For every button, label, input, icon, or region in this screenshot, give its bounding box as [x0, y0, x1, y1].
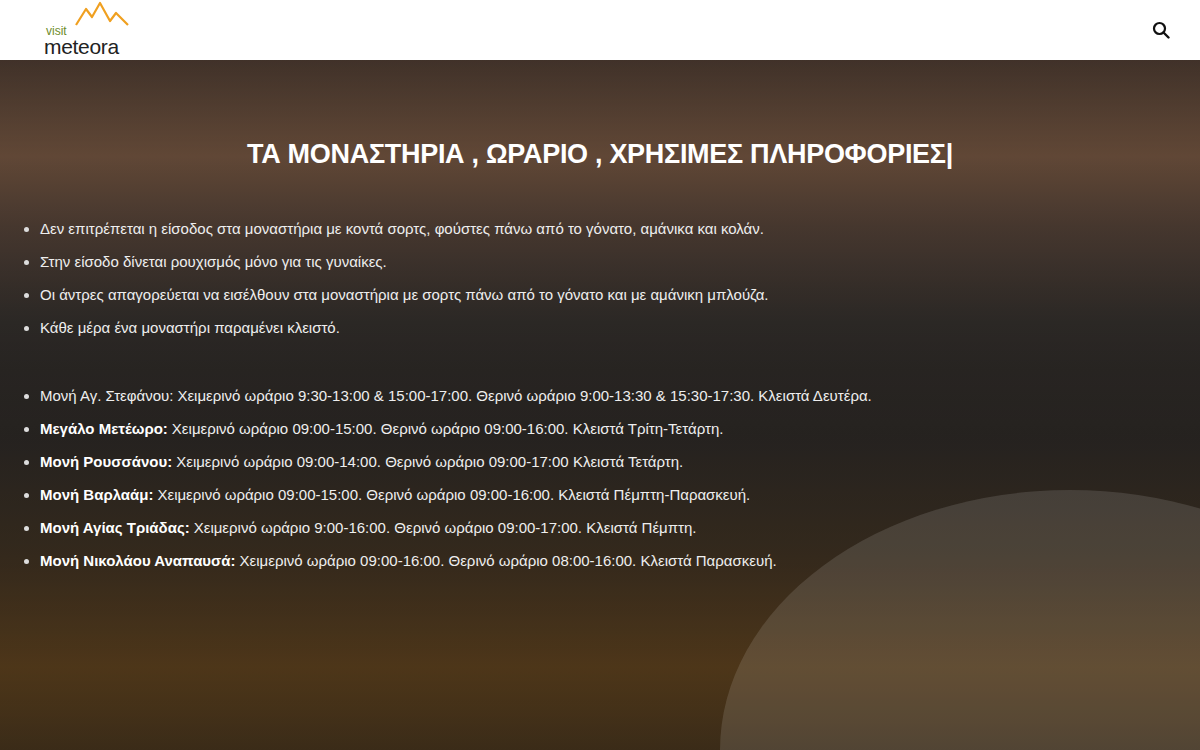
monastery-item: Μονή Βαρλαάμ:Χειμερινό ωράριο 09:00-15:0…: [40, 478, 1200, 511]
rule-item: Δεν επιτρέπεται η είσοδος στα μοναστήρια…: [40, 212, 1200, 245]
monastery-name: Μονή Αγίας Τριάδας:: [40, 519, 190, 536]
search-button[interactable]: [1152, 21, 1170, 39]
monastery-item: Μονή Ρουσσάνου:Χειμερινό ωράριο 09:00-14…: [40, 445, 1200, 478]
monastery-details: Χειμερινό ωράριο 9:30-13:00 & 15:00-17:0…: [177, 387, 871, 404]
rules-list: Δεν επιτρέπεται η είσοδος στα μοναστήρια…: [0, 212, 1200, 344]
monastery-list: Μονή Αγ. Στεφάνου:Χειμερινό ωράριο 9:30-…: [0, 379, 1200, 577]
monastery-details: Χειμερινό ωράριο 09:00-15:00. Θερινό ωρά…: [157, 486, 750, 503]
monastery-name: Μονή Νικολάου Αναπαυσά:: [40, 552, 236, 569]
monastery-details: Χειμερινό ωράριο 09:00-14:00. Θερινό ωρά…: [176, 453, 683, 470]
page-title: ΤΑ ΜΟΝΑΣΤΗΡΙΑ , ΩΡΑΡΙΟ , ΧΡΗΣΙΜΕΣ ΠΛΗΡΟΦ…: [0, 138, 1200, 172]
rule-item: Κάθε μέρα ένα μοναστήρι παραμένει κλειστ…: [40, 311, 1200, 344]
monastery-details: Χειμερινό ωράριο 09:00-15:00. Θερινό ωρά…: [172, 420, 724, 437]
monastery-name: Μονή Ρουσσάνου:: [40, 453, 172, 470]
monastery-name: Μεγάλο Μετέωρο:: [40, 420, 168, 437]
monastery-details: Χειμερινό ωράριο 9:00-16:00. Θερινό ωράρ…: [194, 519, 697, 536]
logo-large-text: meteora: [44, 36, 119, 57]
monastery-name: Μονή Αγ. Στεφάνου:: [40, 387, 173, 404]
hero-section: ΤΑ ΜΟΝΑΣΤΗΡΙΑ , ΩΡΑΡΙΟ , ΧΡΗΣΙΜΕΣ ΠΛΗΡΟΦ…: [0, 60, 1200, 750]
rule-item: Στην είσοδο δίνεται ρουχισμός μόνο για τ…: [40, 245, 1200, 278]
mountain-logo-icon: [74, 1, 132, 27]
monastery-item: Μονή Νικολάου Αναπαυσά:Χειμερινό ωράριο …: [40, 544, 1200, 577]
monastery-item: Μονή Αγ. Στεφάνου:Χειμερινό ωράριο 9:30-…: [40, 379, 1200, 412]
decorative-wave: [720, 490, 1200, 750]
monastery-item: Μεγάλο Μετέωρο:Χειμερινό ωράριο 09:00-15…: [40, 412, 1200, 445]
rule-item: Οι άντρες απαγορεύεται να εισέλθουν στα …: [40, 278, 1200, 311]
monastery-name: Μονή Βαρλαάμ:: [40, 486, 153, 503]
monastery-item: Μονή Αγίας Τριάδας:Χειμερινό ωράριο 9:00…: [40, 511, 1200, 544]
monastery-details: Χειμερινό ωράριο 09:00-16:00. Θερινό ωρά…: [240, 552, 777, 569]
site-logo[interactable]: visitmeteora: [44, 3, 119, 57]
site-header: visitmeteora: [0, 0, 1200, 60]
search-icon: [1152, 21, 1170, 39]
hero-content: ΤΑ ΜΟΝΑΣΤΗΡΙΑ , ΩΡΑΡΙΟ , ΧΡΗΣΙΜΕΣ ΠΛΗΡΟΦ…: [0, 138, 1200, 577]
